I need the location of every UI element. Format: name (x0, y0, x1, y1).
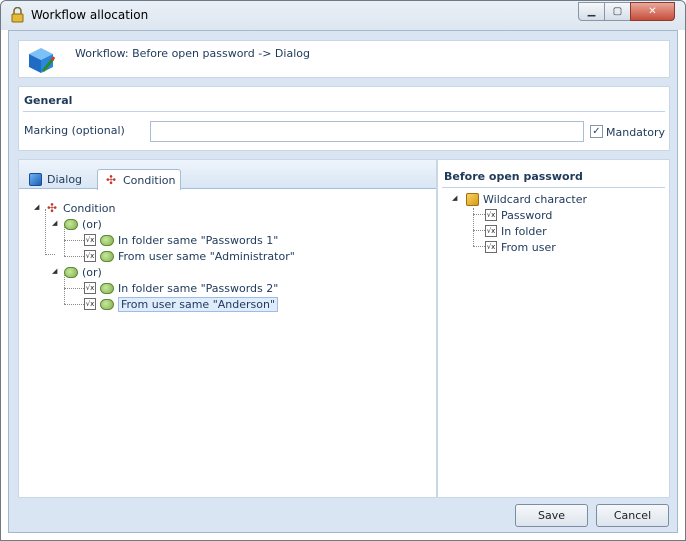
cancel-button[interactable]: Cancel (596, 504, 669, 527)
formula-icon: √x (485, 241, 497, 253)
operator-icon (100, 234, 114, 246)
marking-label: Marking (optional) (24, 124, 125, 137)
mandatory-checkbox[interactable]: ✓ (590, 125, 603, 138)
or-operator-icon (64, 266, 78, 278)
tree-node-label: Wildcard character (483, 192, 588, 206)
tree-node-condition-item[interactable]: √x In folder same "Passwords 1" (84, 232, 278, 248)
tree-node-label: From user (501, 240, 556, 254)
tree-node-condition-item[interactable]: √x In folder same "Passwords 2" (84, 280, 278, 296)
window-title: Workflow allocation (31, 8, 149, 22)
tree-node-label: Password (501, 208, 553, 222)
workflow-header: Workflow: Before open password -> Dialog (18, 40, 670, 78)
save-button[interactable]: Save (515, 504, 588, 527)
minimize-button[interactable]: ▁ (578, 2, 605, 21)
tree-line (64, 240, 84, 241)
close-button[interactable]: ✕ (630, 2, 675, 21)
operator-icon (100, 282, 114, 294)
formula-icon: √x (84, 298, 96, 310)
collapse-icon[interactable]: ◢ (34, 203, 39, 211)
tree-line (64, 288, 84, 289)
tree-node-label: In folder same "Passwords 1" (118, 233, 279, 247)
formula-icon: √x (84, 250, 96, 262)
tree-node-field[interactable]: √x From user (485, 239, 556, 255)
maximize-button[interactable]: ▢ (604, 2, 631, 21)
tree-node-or-2[interactable]: (or) (64, 264, 102, 280)
tree-node-wildcard[interactable]: Wildcard character (466, 191, 587, 207)
fields-panel: Before open password ◢ Wildcard characte… (437, 159, 670, 498)
formula-icon: √x (84, 282, 96, 294)
condition-network-icon: ✣ (105, 173, 117, 187)
tree-node-or-1[interactable]: (or) (64, 216, 102, 232)
general-title: General (24, 94, 73, 107)
collapse-icon[interactable]: ◢ (52, 219, 57, 227)
maximize-icon: ▢ (612, 6, 623, 17)
tree-node-label: (or) (82, 217, 102, 231)
operator-icon (100, 298, 114, 310)
checkmark-icon: ✓ (592, 126, 601, 137)
lock-icon (11, 7, 24, 23)
tree-line (45, 254, 55, 255)
tree-line (64, 256, 84, 257)
condition-network-icon: ✣ (46, 201, 58, 215)
tree-node-condition-item[interactable]: √x From user same "Administrator" (84, 248, 295, 264)
tree-node-label: In folder (501, 224, 547, 238)
tree-node-label: (or) (82, 265, 102, 279)
tab-dialog[interactable]: Dialog (23, 169, 89, 190)
workflow-allocation-window: Workflow allocation ▁ ▢ ✕ Workflow: Befo… (0, 0, 686, 541)
fields-panel-title: Before open password (444, 170, 583, 183)
tree-node-condition[interactable]: ✣ Condition (45, 200, 116, 216)
formula-icon: √x (485, 225, 497, 237)
close-icon: ✕ (648, 6, 657, 17)
general-divider (23, 111, 665, 112)
mandatory-label[interactable]: Mandatory (606, 126, 665, 139)
minimize-icon: ▁ (587, 6, 596, 17)
dialog-cube-icon (29, 173, 42, 186)
marking-input[interactable] (150, 121, 584, 142)
or-operator-icon (64, 218, 78, 230)
tree-node-field[interactable]: √x In folder (485, 223, 547, 239)
tree-node-condition-item-selected[interactable]: √x From user same "Anderson" (84, 296, 279, 312)
formula-icon: √x (485, 209, 497, 221)
tab-bar: Dialog ✣ Condition (19, 160, 436, 190)
tree-line (64, 304, 84, 305)
tree-line (473, 214, 485, 215)
workflow-cube-icon (29, 48, 56, 73)
tree-node-label: In folder same "Passwords 2" (118, 281, 279, 295)
formula-icon: √x (84, 234, 96, 246)
tab-dialog-label: Dialog (47, 173, 83, 186)
tab-condition-label: Condition (123, 173, 176, 187)
tree-node-label: From user same "Administrator" (118, 249, 295, 263)
collapse-icon[interactable]: ◢ (52, 267, 57, 275)
general-section: General Marking (optional) ✓ Mandatory (18, 86, 670, 151)
wildcard-cube-icon (466, 192, 479, 206)
tree-line (473, 246, 485, 247)
collapse-icon[interactable]: ◢ (452, 194, 457, 202)
dialog-client-area: Workflow: Before open password -> Dialog… (8, 30, 678, 533)
tree-line (473, 230, 485, 231)
workflow-description: Workflow: Before open password -> Dialog (75, 47, 310, 60)
tree-node-label: Condition (63, 201, 116, 215)
tab-condition[interactable]: ✣ Condition (97, 169, 181, 190)
tree-node-label: From user same "Anderson" (118, 296, 279, 312)
title-bar[interactable]: Workflow allocation ▁ ▢ ✕ (1, 1, 685, 30)
fields-panel-divider (442, 187, 665, 188)
tree-node-field[interactable]: √x Password (485, 207, 552, 223)
operator-icon (100, 250, 114, 262)
condition-panel: Dialog ✣ Condition ◢ ✣ Condition ◢ (or) … (18, 159, 437, 498)
